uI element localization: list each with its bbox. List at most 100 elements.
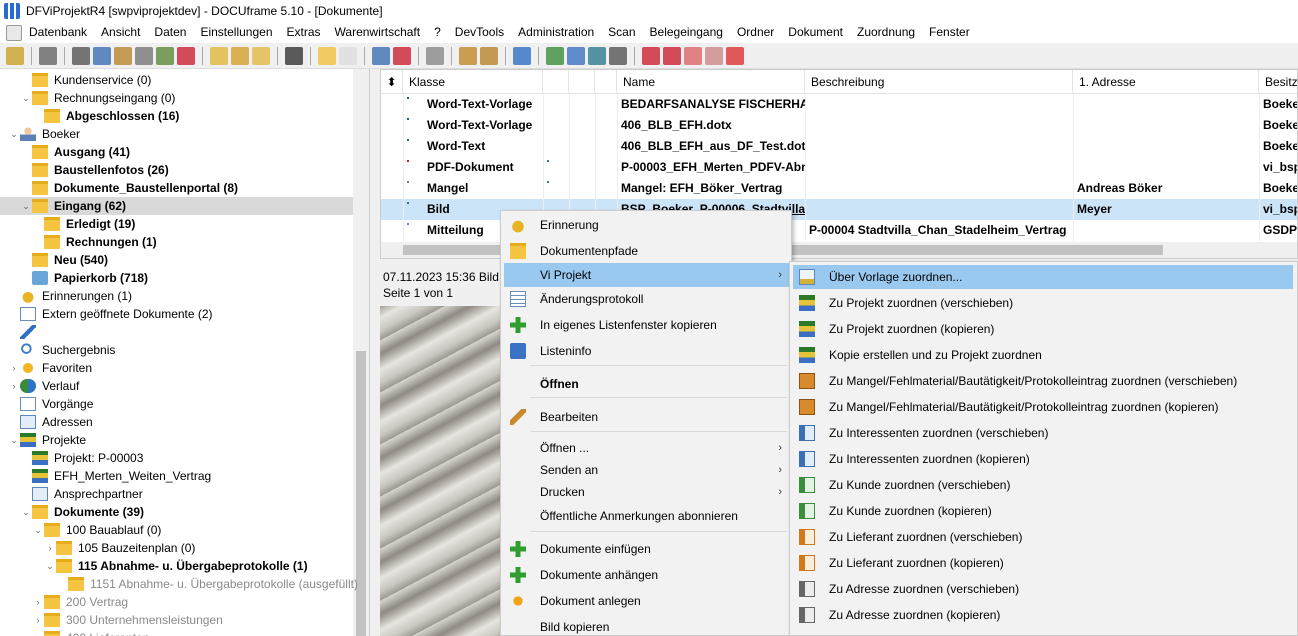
- menu-fenster[interactable]: Fenster: [922, 22, 977, 43]
- toolbar-button-icon[interactable]: [210, 46, 228, 65]
- submenu-item-zu-adresse-zuordnen-kopieren[interactable]: Zu Adresse zuordnen (kopieren): [793, 603, 1293, 627]
- toolbar-button-icon[interactable]: [135, 46, 153, 65]
- context-item-anderungsprotokoll[interactable]: Änderungsprotokoll: [504, 287, 790, 311]
- tree-node-extern-geoffnete-dokumente-2[interactable]: Extern geöffnete Dokumente (2): [0, 305, 353, 323]
- submenu-item-zu-projekt-zuordnen-verschieben[interactable]: Zu Projekt zuordnen (verschieben): [793, 291, 1293, 315]
- tree-node-adressen[interactable]: Adressen: [0, 413, 353, 431]
- menu-zuordnung[interactable]: Zuordnung: [850, 22, 922, 43]
- tree-node-rechnungen-1[interactable]: Rechnungen (1): [0, 233, 353, 251]
- tree-node-vorgange[interactable]: Vorgänge: [0, 395, 353, 413]
- tree-node-abgeschlossen-16[interactable]: Abgeschlossen (16): [0, 107, 353, 125]
- toolbar-button-icon[interactable]: [567, 46, 585, 65]
- column-header-blank[interactable]: [595, 70, 617, 94]
- tree-node-pinned[interactable]: [0, 323, 353, 341]
- column-header-blank[interactable]: [569, 70, 595, 94]
- menu-extras[interactable]: Extras: [280, 22, 328, 43]
- submenu-item-zu-interessenten-zuordnen-verschieben[interactable]: Zu Interessenten zuordnen (verschieben): [793, 421, 1293, 445]
- expand-chevron-icon[interactable]: ›: [8, 363, 20, 373]
- submenu-item-zu-interessenten-zuordnen-kopieren[interactable]: Zu Interessenten zuordnen (kopieren): [793, 447, 1293, 471]
- submenu-item-zu-lieferant-zuordnen-kopieren[interactable]: Zu Lieferant zuordnen (kopieren): [793, 551, 1293, 575]
- column-header-1-adresse[interactable]: 1. Adresse: [1073, 70, 1259, 94]
- column-header-besitz[interactable]: Besitz: [1259, 70, 1297, 94]
- toolbar-button-icon[interactable]: [513, 46, 531, 65]
- tree-node-boeker[interactable]: ⌄ Boeker: [0, 125, 353, 143]
- context-item-erinnerung[interactable]: Erinnerung: [504, 213, 790, 237]
- table-row[interactable]: Word-Text-Vorlage BEDARFSANALYSE FISCHERH…: [381, 94, 1297, 115]
- tree-scrollbar[interactable]: [353, 69, 369, 636]
- submenu-item-zu-kunde-zuordnen-verschieben[interactable]: Zu Kunde zuordnen (verschieben): [793, 473, 1293, 497]
- toolbar-button-icon[interactable]: [231, 46, 249, 65]
- collapse-chevron-icon[interactable]: ⌄: [20, 201, 32, 212]
- table-row[interactable]: Mangel Mangel: EFH_Böker_Vertrag Andreas B…: [381, 178, 1297, 199]
- tree-node-erinnerungen-1[interactable]: Erinnerungen (1): [0, 287, 353, 305]
- context-item-offentliche-anmerkungen-abonnieren[interactable]: Öffentliche Anmerkungen abonnieren: [504, 504, 790, 528]
- submenu-item-zu-mangel-fehlmaterial-bautatigkeit-protokolleintrag-zuordnen-verschieben[interactable]: Zu Mangel/Fehlmaterial/Bautätigkeit/Prot…: [793, 369, 1293, 393]
- doc-menu-icon[interactable]: [6, 24, 22, 41]
- tree-node-suchergebnis[interactable]: Suchergebnis: [0, 341, 353, 359]
- submenu-item-zu-kunde-zuordnen-kopieren[interactable]: Zu Kunde zuordnen (kopieren): [793, 499, 1293, 523]
- tree-node-verlauf[interactable]: › Verlauf: [0, 377, 353, 395]
- submenu-item-zu-adresse-zuordnen-verschieben[interactable]: Zu Adresse zuordnen (verschieben): [793, 577, 1293, 601]
- toolbar-button-icon[interactable]: [393, 46, 411, 65]
- collapse-chevron-icon[interactable]: ⌄: [20, 507, 32, 518]
- folder-tree[interactable]: Kundenservice (0) ⌄ Rechnungseingang (0) Ab…: [0, 69, 370, 636]
- toolbar-button-icon[interactable]: [642, 46, 660, 65]
- collapse-chevron-icon[interactable]: ⌄: [44, 561, 56, 572]
- toolbar-button-icon[interactable]: [39, 46, 57, 65]
- menu-belegeingang[interactable]: Belegeingang: [643, 22, 730, 43]
- submenu-item-zu-projekt-zuordnen-kopieren[interactable]: Zu Projekt zuordnen (kopieren): [793, 317, 1293, 341]
- menu-ansicht[interactable]: Ansicht: [94, 22, 147, 43]
- menu-dokument[interactable]: Dokument: [781, 22, 850, 43]
- context-item-senden-an[interactable]: Senden an ›: [504, 458, 790, 482]
- toolbar-button-icon[interactable]: [480, 46, 498, 65]
- toolbar-button-icon[interactable]: [459, 46, 477, 65]
- context-item-dokumentenpfade[interactable]: Dokumentenpfade: [504, 239, 790, 263]
- tree-node-300-unternehmensleistungen[interactable]: › 300 Unternehmensleistungen: [0, 611, 353, 629]
- tree-node-papierkorb-718[interactable]: Papierkorb (718): [0, 269, 353, 287]
- toolbar-button-icon[interactable]: [588, 46, 606, 65]
- context-item-dokumente-einfugen[interactable]: Dokumente einfügen: [504, 537, 790, 561]
- toolbar-button-icon[interactable]: [705, 46, 723, 65]
- tree-node-100-bauablauf-0[interactable]: ⌄ 100 Bauablauf (0): [0, 521, 353, 539]
- toolbar-button-icon[interactable]: [726, 46, 744, 65]
- menu-einstellungen[interactable]: Einstellungen: [193, 22, 279, 43]
- column-header-beschreibung[interactable]: Beschreibung: [805, 70, 1073, 94]
- column-header-blank[interactable]: [543, 70, 569, 94]
- menu-help[interactable]: ?: [427, 22, 448, 43]
- toolbar-button-icon[interactable]: [6, 46, 24, 65]
- toolbar-button-icon[interactable]: [285, 46, 303, 65]
- toolbar-button-icon[interactable]: [609, 46, 627, 65]
- context-item-offnen[interactable]: Öffnen ... ›: [504, 436, 790, 460]
- collapse-chevron-icon[interactable]: ⌄: [32, 525, 44, 536]
- tree-node-115-abnahme-u-ubergabeprotokolle-1[interactable]: ⌄ 115 Abnahme- u. Übergabeprotokolle (1): [0, 557, 353, 575]
- tree-node-dokumente-baustellenportal-8[interactable]: Dokumente_Baustellenportal (8): [0, 179, 353, 197]
- expand-chevron-icon[interactable]: ›: [32, 597, 44, 607]
- context-item-dokumente-anhangen[interactable]: Dokumente anhängen: [504, 563, 790, 587]
- tree-scrollbar-thumb[interactable]: [356, 351, 366, 636]
- toolbar-button-icon[interactable]: [546, 46, 564, 65]
- tree-node-erledigt-19[interactable]: Erledigt (19): [0, 215, 353, 233]
- tree-node-1151-abnahme-u-ubergabeprotokolle-ausgefullt[interactable]: 1151 Abnahme- u. Übergabeprotokolle (aus…: [0, 575, 358, 593]
- tree-node-rechnungseingang-0[interactable]: ⌄ Rechnungseingang (0): [0, 89, 353, 107]
- table-row[interactable]: PDF-Dokument P-00003_EFH_Merten_PDFV-Abna…: [381, 157, 1297, 178]
- context-item-in-eigenes-listenfenster-kopieren[interactable]: In eigenes Listenfenster kopieren: [504, 313, 790, 337]
- expand-chevron-icon[interactable]: ›: [8, 381, 20, 391]
- tree-node-200-vertrag[interactable]: › 200 Vertrag: [0, 593, 353, 611]
- submenu-item-zu-mangel-fehlmaterial-bautatigkeit-protokolleintrag-zuordnen-kopieren[interactable]: Zu Mangel/Fehlmaterial/Bautätigkeit/Prot…: [793, 395, 1293, 419]
- context-item-dokument-anlegen[interactable]: Dokument anlegen: [504, 589, 790, 613]
- tree-node-projekte[interactable]: ⌄ Projekte: [0, 431, 353, 449]
- toolbar-button-icon[interactable]: [93, 46, 111, 65]
- expand-chevron-icon[interactable]: ›: [32, 615, 44, 625]
- context-item-listeninfo[interactable]: Listeninfo: [504, 339, 790, 363]
- tree-node-kundenservice-0[interactable]: Kundenservice (0): [0, 71, 353, 89]
- menu-devtools[interactable]: DevTools: [448, 22, 511, 43]
- menu-ordner[interactable]: Ordner: [730, 22, 781, 43]
- table-row[interactable]: Word-Text-Vorlage 406_BLB_EFH.dotx Boeke: [381, 115, 1297, 136]
- tree-node-baustellenfotos-26[interactable]: Baustellenfotos (26): [0, 161, 353, 179]
- expand-chevron-icon[interactable]: ›: [44, 543, 56, 553]
- toolbar-button-icon[interactable]: [156, 46, 174, 65]
- tree-node-eingang-62[interactable]: ⌄ Eingang (62): [0, 197, 353, 215]
- tree-node-neu-540[interactable]: Neu (540): [0, 251, 353, 269]
- tree-node-ausgang-41[interactable]: Ausgang (41): [0, 143, 353, 161]
- tree-node-400-lieferanten[interactable]: ›400 Lieferanten: [0, 629, 353, 636]
